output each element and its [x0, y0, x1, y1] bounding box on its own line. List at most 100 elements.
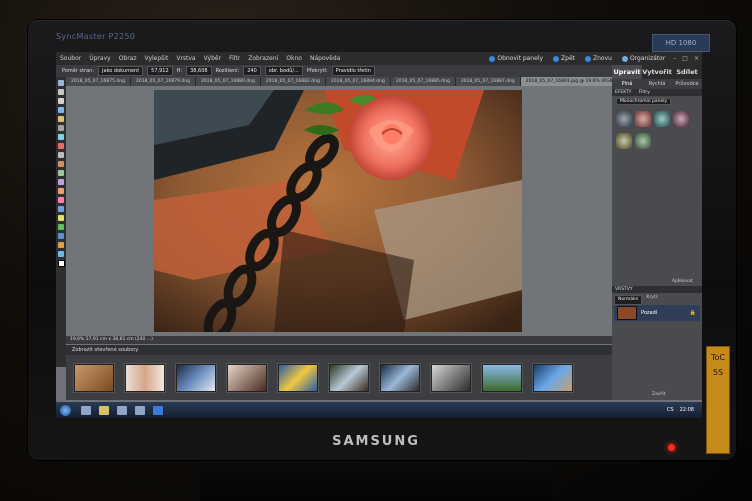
- subtab-pruvodce[interactable]: Průvodce: [672, 79, 702, 89]
- photo-rose-chain[interactable]: [154, 90, 522, 332]
- subtab-plna[interactable]: Plná: [612, 79, 642, 89]
- menu-okno[interactable]: Okno: [282, 55, 306, 62]
- effect-thumbnail[interactable]: [616, 133, 632, 149]
- effect-thumbnail[interactable]: [635, 133, 651, 149]
- photo-bin-header[interactable]: Zobrazit otevřené soubory: [66, 345, 612, 355]
- organizer-button[interactable]: Organizátor: [617, 55, 670, 62]
- red-eye-tool-icon[interactable]: [58, 143, 64, 149]
- marquee-tool-icon[interactable]: [58, 116, 64, 122]
- menu-napoveda[interactable]: Nápověda: [306, 55, 344, 62]
- effects-category-select[interactable]: Monochromní panely: [616, 98, 672, 105]
- overlay-label: Překrytí:: [306, 68, 328, 74]
- menu-soubor[interactable]: Soubor: [56, 55, 85, 62]
- tab-sdilet[interactable]: Sdílet: [672, 65, 702, 79]
- tab-vytvorit[interactable]: Vytvořit: [642, 65, 672, 79]
- doc-tab[interactable]: 2018_05_07_16887.dng: [456, 77, 521, 86]
- mode-tabs: Upravit Vytvořit Sdílet: [612, 65, 702, 79]
- folder-taskbar-icon[interactable]: [99, 405, 109, 415]
- doc-tab[interactable]: 2018_05_07_16875.dng: [66, 77, 131, 86]
- close-icon[interactable]: ×: [691, 55, 702, 62]
- photo-thumbnail[interactable]: [482, 363, 522, 392]
- menu-obraz[interactable]: Obraz: [115, 55, 141, 62]
- menu-zobrazeni[interactable]: Zobrazení: [244, 55, 282, 62]
- right-panel: Upravit Vytvořit Sdílet Plná Rychlá Prův…: [612, 65, 702, 400]
- clone-stamp-tool-icon[interactable]: [58, 179, 64, 185]
- apply-button[interactable]: Aplikovat: [672, 279, 693, 284]
- menu-vrstva[interactable]: Vrstva: [172, 55, 199, 62]
- quick-selection-tool-icon[interactable]: [58, 134, 64, 140]
- width-input[interactable]: 57,912: [147, 66, 173, 76]
- menu-vylepsit[interactable]: Vylepšit: [141, 55, 173, 62]
- pencil-tool-icon[interactable]: [58, 251, 64, 257]
- language-indicator[interactable]: CS: [667, 407, 674, 413]
- crop-tool-icon[interactable]: [58, 161, 64, 167]
- photo-thumbnail[interactable]: [278, 363, 318, 392]
- photo-thumbnail[interactable]: [533, 363, 573, 392]
- photo-thumbnail[interactable]: [329, 363, 369, 392]
- app-taskbar-icon[interactable]: [135, 405, 145, 415]
- power-led[interactable]: [668, 444, 675, 451]
- panel-footer-close[interactable]: Zavřít: [652, 392, 665, 397]
- resolution-input[interactable]: 240: [243, 66, 261, 76]
- reset-panels-button[interactable]: Obnovit panely: [484, 55, 548, 62]
- move-tool-icon[interactable]: [58, 80, 64, 86]
- zoom-tool-icon[interactable]: [58, 89, 64, 95]
- paint-bucket-tool-icon[interactable]: [58, 206, 64, 212]
- type-tool-icon[interactable]: [58, 152, 64, 158]
- undo-button[interactable]: Zpět: [548, 55, 580, 62]
- blur-tool-icon[interactable]: [58, 233, 64, 239]
- color-swatch-icon[interactable]: [58, 260, 65, 267]
- gradient-tool-icon[interactable]: [58, 215, 64, 221]
- sticker-mid: 5S: [712, 368, 724, 377]
- doc-tab[interactable]: 2018_05_07_16882.dng: [261, 77, 326, 86]
- explorer-taskbar-icon[interactable]: [81, 405, 91, 415]
- brush-tool-icon[interactable]: [58, 188, 64, 194]
- eraser-tool-icon[interactable]: [58, 197, 64, 203]
- effect-thumbnail[interactable]: [616, 111, 632, 127]
- lasso-tool-icon[interactable]: [58, 125, 64, 131]
- options-bar: Poměr stran: Jako dokument 57,912 H: 38,…: [56, 65, 612, 77]
- photo-thumbnail[interactable]: [227, 363, 267, 392]
- shape-tool-icon[interactable]: [58, 224, 64, 230]
- tab-upravit[interactable]: Upravit: [612, 65, 642, 79]
- sponge-tool-icon[interactable]: [58, 242, 64, 248]
- photo-thumbnail[interactable]: [74, 363, 114, 392]
- redo-button[interactable]: Znovu: [580, 55, 617, 62]
- app-taskbar-icon[interactable]: [117, 405, 127, 415]
- subtab-rychla[interactable]: Rychlá: [642, 79, 672, 89]
- maximize-icon[interactable]: □: [679, 55, 691, 62]
- canvas-area[interactable]: [66, 86, 612, 336]
- effects-sub-label[interactable]: Filtry: [639, 90, 650, 95]
- eyedropper-tool-icon[interactable]: [58, 107, 64, 113]
- photo-thumbnail[interactable]: [380, 363, 420, 392]
- photo-thumbnail[interactable]: [431, 363, 471, 392]
- doc-tab[interactable]: 2018_05_07_16885.dng: [391, 77, 456, 86]
- effect-thumbnail[interactable]: [673, 111, 689, 127]
- menu-upravy[interactable]: Úpravy: [85, 55, 114, 62]
- height-input[interactable]: 38,608: [186, 66, 212, 76]
- overlay-select[interactable]: Pravidlo třetin: [331, 66, 375, 76]
- hand-tool-icon[interactable]: [58, 98, 64, 104]
- doc-tab-active[interactable]: 2018_05_07_16891.jpg @ 19,6% (RGB/8): [520, 77, 612, 86]
- start-button-icon[interactable]: [60, 404, 71, 416]
- blend-mode-select[interactable]: Normální: [614, 295, 643, 305]
- minimize-icon[interactable]: –: [670, 55, 679, 62]
- photoshop-elements-taskbar-icon[interactable]: [153, 405, 163, 415]
- layer-row-background[interactable]: Pozadí 🔒: [614, 305, 700, 321]
- photo-thumbnail[interactable]: [125, 363, 165, 392]
- doc-tab[interactable]: 2018_05_07_16879.dng: [131, 77, 196, 86]
- spot-healing-tool-icon[interactable]: [58, 170, 64, 176]
- clock[interactable]: 22:08: [680, 407, 694, 413]
- monitor-badge: HD 1080: [652, 34, 710, 52]
- unit-select[interactable]: obr. bodů/...: [264, 66, 303, 76]
- document-tabs: 2018_05_07_16875.dng 2018_05_07_16879.dn…: [66, 77, 612, 86]
- photo-thumbnail[interactable]: [176, 363, 216, 392]
- lock-icon[interactable]: 🔒: [690, 310, 696, 316]
- doc-tab[interactable]: 2018_05_07_16884.dng: [326, 77, 391, 86]
- effect-thumbnail[interactable]: [635, 111, 651, 127]
- menu-filtr[interactable]: Filtr: [225, 55, 244, 62]
- menu-vyber[interactable]: Výběr: [200, 55, 225, 62]
- aspect-select[interactable]: Jako dokument: [98, 66, 144, 76]
- effect-thumbnail[interactable]: [654, 111, 670, 127]
- doc-tab[interactable]: 2018_05_07_16880.dng: [196, 77, 261, 86]
